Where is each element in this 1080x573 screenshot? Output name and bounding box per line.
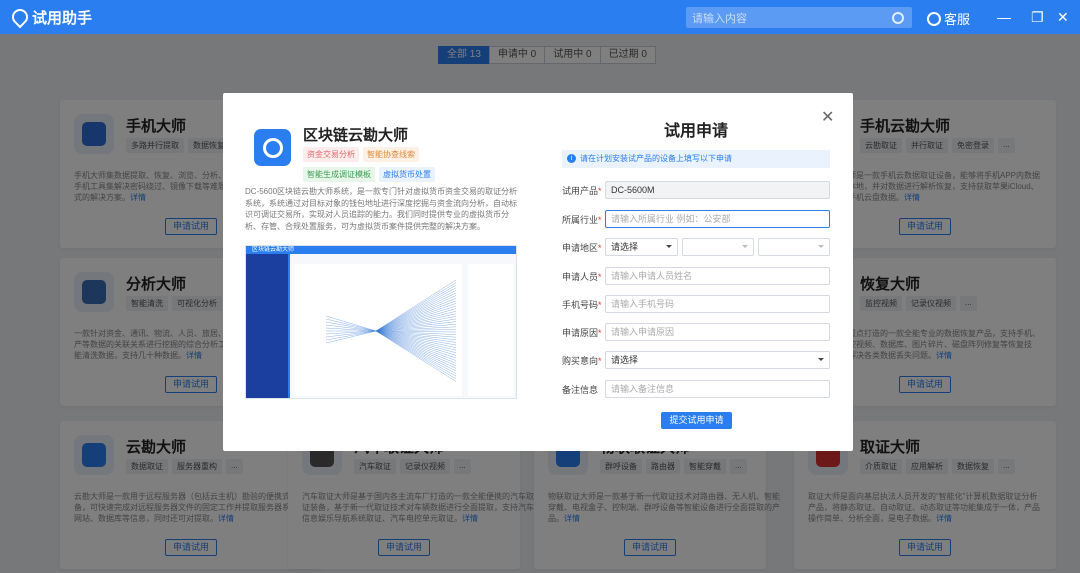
graph-edge [375,279,457,332]
product-field: DC-5600M [605,181,830,199]
form-notice: 请在计划安装试产品的设备上填写以下申请 [562,150,830,168]
product-tag: 虚拟货币处置 [379,167,435,182]
graph-edge [375,330,457,379]
graph-edge [375,330,457,353]
reason-field[interactable]: 请输入申请原因 [605,323,830,341]
graph-edge [375,330,457,374]
product-tags: 资金交易分析 智能协查线索 智能生成调证模板 虚拟货币处置 [303,147,493,187]
graph-edge [375,285,457,332]
graph-edge [375,330,457,364]
person-field[interactable]: 请输入申请人员姓名 [605,267,830,285]
remark-field[interactable]: 请输入备注信息 [605,380,830,398]
row-industry: 所属行业* 请输入所属行业 例如：公安部 [562,210,830,228]
province-select[interactable]: 请选择 [605,238,678,256]
industry-label: 所属行业* [562,214,602,225]
submit-button[interactable]: 提交试用申请 [661,412,732,429]
graph-edge [375,298,457,332]
reason-label: 申请原因* [562,327,602,338]
graph-edge [325,330,377,344]
city-select[interactable] [682,238,754,256]
graph-edge [325,318,377,332]
product-description: DC-5600区块链云勘大师系统，是一款专门针对虚拟货币资金交易的取证分析系统，… [245,187,518,231]
product-tag: 智能协查线索 [363,147,419,162]
product-screenshot: 区块链云勘大师 [245,245,517,399]
dialog-close-icon[interactable]: ✕ [821,107,834,127]
screenshot-sidebar [246,254,288,398]
product-label: 试用产品* [562,185,602,196]
graph-edge [375,295,457,332]
form-title: 试用申请 [664,123,729,140]
phone-label: 手机号码* [562,299,602,310]
graph-edge [375,313,457,332]
phone-field[interactable]: 请输入手机号码 [605,295,830,313]
blockchain-product-icon [254,129,291,166]
row-region: 申请地区* 请选择 [562,238,830,256]
search-placeholder: 请输入内容 [692,12,747,25]
graph-edge [375,287,457,332]
region-label: 申请地区* [562,242,602,253]
row-intent: 购买意向* 请选择 [562,351,830,369]
screenshot-panel [468,264,514,396]
graph-edge [375,330,457,359]
customer-service-button[interactable]: 客服 [927,9,970,28]
restore-button[interactable]: ❐ [1031,8,1044,26]
row-person: 申请人员* 请输入申请人员姓名 [562,267,830,285]
row-product: 试用产品* DC-5600M [562,181,830,199]
district-select[interactable] [758,238,830,256]
graph-edge [375,330,457,377]
minimize-button[interactable]: — [997,8,1011,26]
search-icon[interactable] [892,11,904,24]
customer-service-label: 客服 [944,12,971,27]
product-tag: 资金交易分析 [303,147,359,162]
product-title: 区块链云勘大师 [303,127,409,144]
graph-edge [375,330,457,356]
graph-edge [375,330,457,372]
industry-field[interactable]: 请输入所属行业 例如：公安部 [605,210,830,228]
search-input[interactable]: 请输入内容 [686,7,912,28]
row-remark: 备注信息 请输入备注信息 [562,380,830,398]
window-close-button[interactable]: ✕ [1057,8,1069,26]
row-phone: 手机号码* 请输入手机号码 [562,295,830,313]
remark-label: 备注信息 [562,384,599,395]
trial-application-dialog: 区块链云勘大师 资金交易分析 智能协查线索 智能生成调证模板 虚拟货币处置 DC… [223,93,853,451]
person-label: 申请人员* [562,271,602,282]
screenshot-divider [288,254,290,398]
app-logo: 试用助手 [8,5,93,29]
app-title: 试用助手 [32,9,93,27]
graph-edge [375,303,457,332]
screenshot-network-graph [325,279,457,382]
graph-edge [375,311,457,332]
intent-select[interactable]: 请选择 [605,351,830,369]
graph-edge [325,330,377,338]
product-tag: 智能生成调证模板 [303,167,375,182]
location-pin-icon [8,5,32,29]
graph-edge [325,324,377,332]
screenshot-title: 区块链云勘大师 [252,247,295,253]
row-reason: 申请原因* 请输入申请原因 [562,323,830,341]
intent-label: 购买意向* [562,355,602,366]
headset-icon [927,11,941,26]
graph-edge [375,330,457,348]
title-bar: 试用助手 请输入内容 客服 — ❐ ✕ [0,0,1080,34]
